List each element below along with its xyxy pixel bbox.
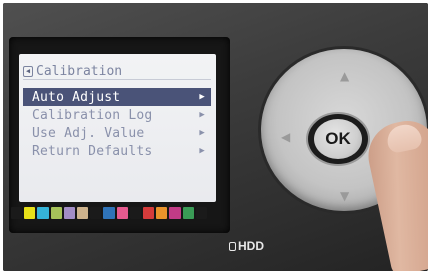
hdd-label: HDD (238, 239, 264, 253)
menu-item-label: Return Defaults (32, 143, 153, 159)
submenu-arrow-icon: ▶ (199, 128, 205, 138)
ok-button[interactable]: OK (314, 119, 362, 159)
color-swatch (182, 207, 194, 219)
color-swatch (169, 207, 181, 219)
color-swatch (116, 207, 128, 219)
calibration-menu: Auto Adjust ▶ Calibration Log ▶ Use Adj.… (23, 88, 211, 160)
color-swatch (90, 207, 102, 219)
hdd-indicator: HDD (229, 239, 264, 253)
color-swatch (37, 207, 49, 219)
color-palette-strip (11, 207, 208, 219)
printer-control-panel-photo: ◀ Calibration Auto Adjust ▶ Calibration … (3, 3, 428, 271)
color-swatch (156, 207, 168, 219)
hdd-icon (229, 241, 236, 251)
submenu-arrow-icon: ▶ (199, 92, 205, 102)
screen-title: Calibration (36, 63, 123, 79)
color-swatch (50, 207, 62, 219)
back-arrow-icon[interactable]: ◀ (23, 65, 33, 77)
color-swatch (11, 207, 23, 219)
color-swatch (103, 207, 115, 219)
menu-item-label: Use Adj. Value (32, 125, 145, 141)
submenu-arrow-icon: ▶ (199, 110, 205, 120)
up-arrow-icon[interactable]: ▲ (340, 69, 349, 83)
menu-item-label: Auto Adjust (32, 89, 121, 105)
color-swatch (195, 207, 208, 219)
menu-item-return-defaults[interactable]: Return Defaults ▶ (23, 142, 211, 160)
color-swatch (77, 207, 89, 219)
lcd-header: ◀ Calibration (23, 63, 211, 80)
color-swatch (143, 207, 155, 219)
color-swatch (129, 207, 142, 219)
color-swatch (63, 207, 76, 219)
down-arrow-icon[interactable]: ▼ (340, 189, 349, 203)
submenu-arrow-icon: ▶ (199, 146, 205, 156)
left-arrow-icon[interactable]: ◀ (281, 130, 290, 144)
color-swatch (24, 207, 36, 219)
menu-item-label: Calibration Log (32, 107, 153, 123)
menu-item-calibration-log[interactable]: Calibration Log ▶ (23, 106, 211, 124)
menu-item-auto-adjust[interactable]: Auto Adjust ▶ (23, 88, 211, 106)
menu-item-use-adj-value[interactable]: Use Adj. Value ▶ (23, 124, 211, 142)
lcd-screen: ◀ Calibration Auto Adjust ▶ Calibration … (19, 54, 216, 202)
